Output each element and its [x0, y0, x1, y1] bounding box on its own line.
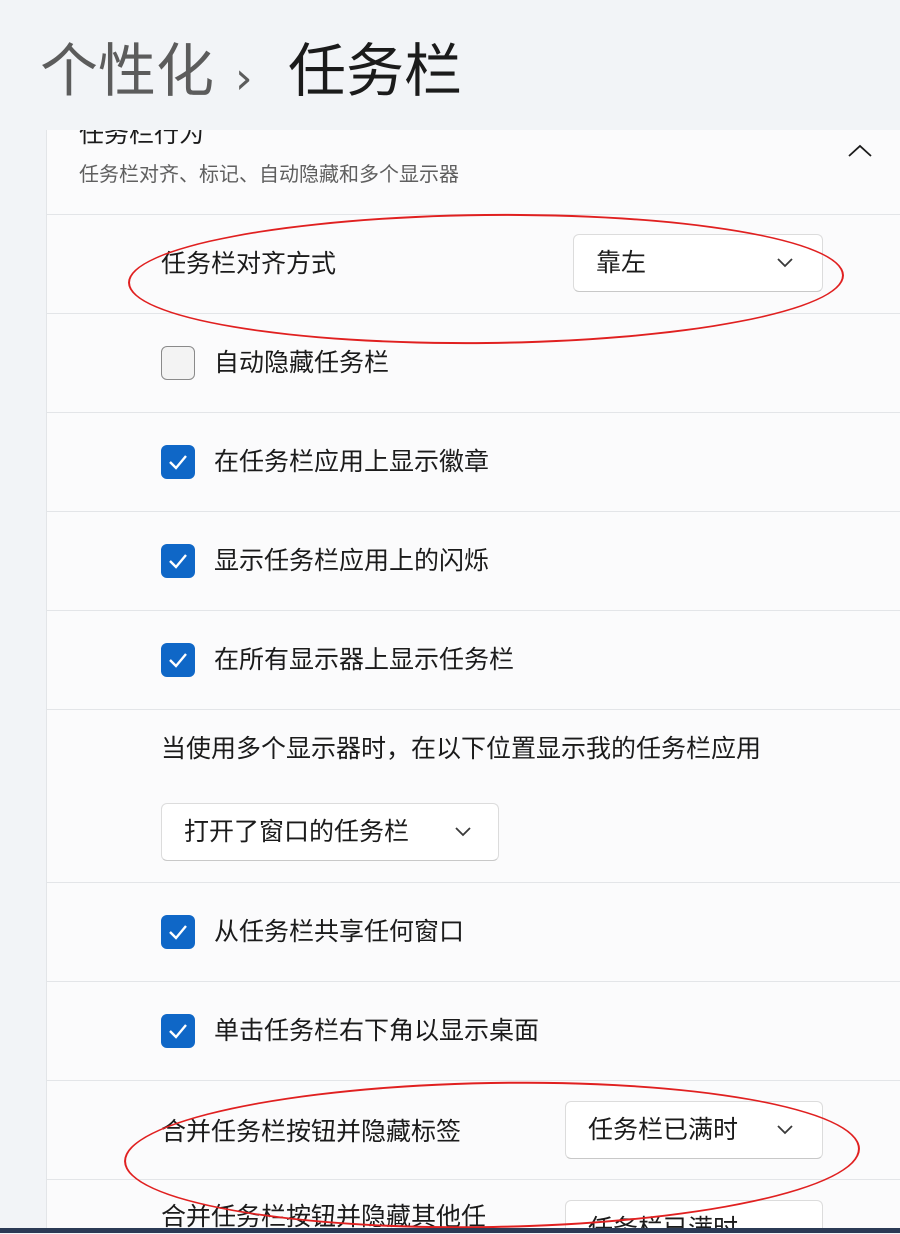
- chevron-down-icon: [455, 827, 471, 837]
- auto-hide-checkbox[interactable]: [161, 346, 195, 380]
- alignment-label: 任务栏对齐方式: [161, 249, 337, 278]
- chevron-down-icon: [777, 258, 793, 268]
- section-header-taskbar-behaviors[interactable]: 任务栏行为 任务栏对齐、标记、自动隐藏和多个显示器: [47, 130, 900, 215]
- checkmark-icon: [169, 1024, 187, 1039]
- setting-row-combine-buttons: 合并任务栏按钮并隐藏标签 任务栏已满时: [47, 1081, 900, 1180]
- breadcrumb-parent[interactable]: 个性化: [40, 36, 214, 106]
- chevron-up-icon[interactable]: [845, 136, 875, 166]
- badges-label: 在任务栏应用上显示徽章: [214, 447, 490, 476]
- show-desktop-label: 单击任务栏右下角以显示桌面: [214, 1016, 540, 1045]
- alignment-value: 靠左: [596, 248, 647, 277]
- flashing-label: 显示任务栏应用上的闪烁: [214, 546, 490, 575]
- breadcrumb-separator-icon: ›: [235, 53, 253, 104]
- share-window-checkbox[interactable]: [161, 915, 195, 949]
- checkmark-icon: [169, 653, 187, 668]
- section-title: 任务栏行为: [79, 130, 205, 148]
- multi-display-label: 当使用多个显示器时，在以下位置显示我的任务栏应用: [161, 734, 762, 763]
- show-desktop-checkbox[interactable]: [161, 1014, 195, 1048]
- badges-checkbox[interactable]: [161, 445, 195, 479]
- all-displays-label: 在所有显示器上显示任务栏: [214, 645, 515, 674]
- auto-hide-label: 自动隐藏任务栏: [214, 348, 390, 377]
- setting-row-badges: 在任务栏应用上显示徽章: [47, 413, 900, 512]
- combine-buttons-value: 任务栏已满时: [588, 1115, 739, 1144]
- setting-row-multi-display: 当使用多个显示器时，在以下位置显示我的任务栏应用 打开了窗口的任务栏: [47, 710, 900, 883]
- taskbar-edge: [0, 1228, 900, 1233]
- checkmark-icon: [169, 455, 187, 470]
- chevron-down-icon: [777, 1125, 793, 1135]
- setting-row-share-window: 从任务栏共享任何窗口: [47, 883, 900, 982]
- all-displays-checkbox[interactable]: [161, 643, 195, 677]
- flashing-checkbox[interactable]: [161, 544, 195, 578]
- multi-display-dropdown[interactable]: 打开了窗口的任务栏: [161, 803, 499, 861]
- setting-row-show-desktop: 单击任务栏右下角以显示桌面: [47, 982, 900, 1081]
- checkmark-icon: [169, 554, 187, 569]
- alignment-dropdown[interactable]: 靠左: [573, 234, 823, 292]
- share-window-label: 从任务栏共享任何窗口: [214, 917, 465, 946]
- combine-buttons-dropdown[interactable]: 任务栏已满时: [565, 1101, 823, 1159]
- page-title: 任务栏: [288, 37, 463, 105]
- page-header: 个性化 › 任务栏: [0, 0, 900, 130]
- section-subtitle: 任务栏对齐、标记、自动隐藏和多个显示器: [79, 162, 459, 186]
- setting-row-combine-other: 合并任务栏按钮并隐藏其他任 任务栏已满时: [47, 1180, 900, 1233]
- setting-row-flashing: 显示任务栏应用上的闪烁: [47, 512, 900, 611]
- checkmark-icon: [169, 925, 187, 940]
- setting-row-alignment: 任务栏对齐方式 靠左: [47, 215, 900, 314]
- combine-buttons-label: 合并任务栏按钮并隐藏标签: [161, 1117, 462, 1146]
- multi-display-value: 打开了窗口的任务栏: [184, 817, 410, 846]
- settings-panel: 任务栏行为 任务栏对齐、标记、自动隐藏和多个显示器 任务栏对齐方式 靠左 自动隐…: [46, 130, 900, 1233]
- setting-row-all-displays: 在所有显示器上显示任务栏: [47, 611, 900, 710]
- setting-row-auto-hide: 自动隐藏任务栏: [47, 314, 900, 413]
